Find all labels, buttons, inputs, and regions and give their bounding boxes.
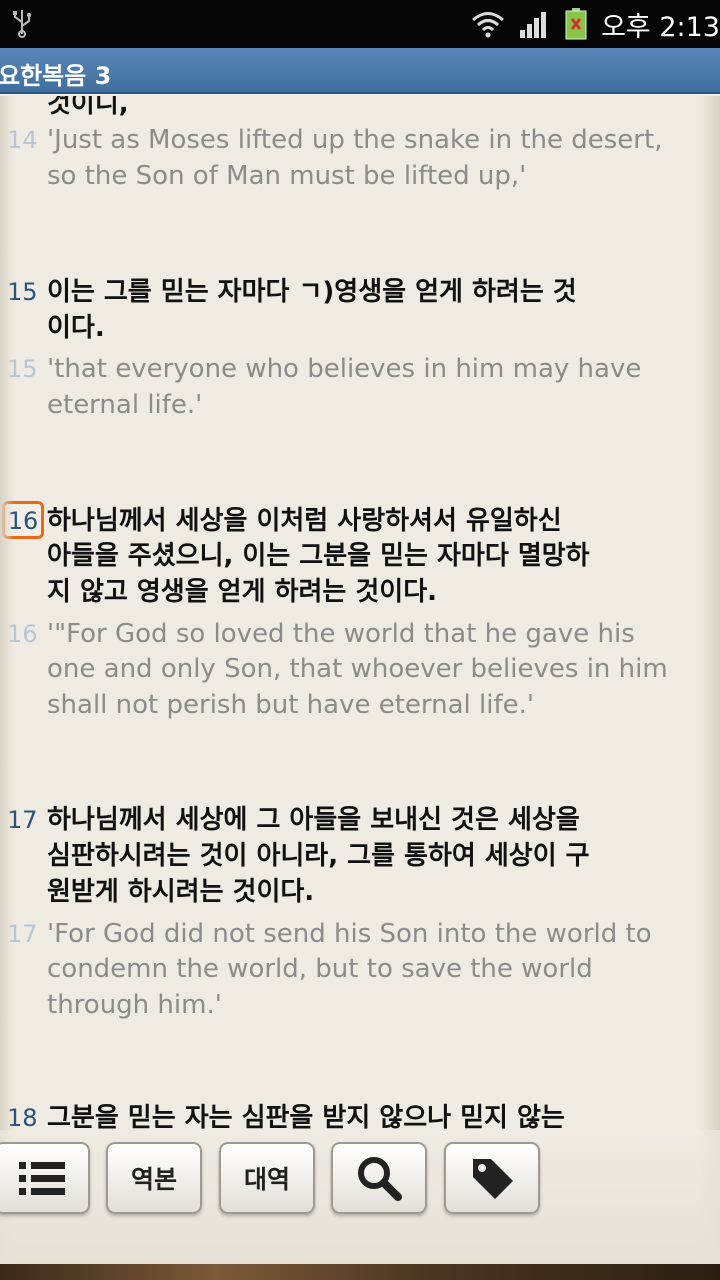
wifi-icon	[472, 12, 505, 38]
verse-text: 하나님께서 세상을 이처럼 사랑하셔서 유일하신	[47, 506, 562, 536]
scripture-reader[interactable]: 것이니, 14 'Just as Moses lifted up the sna…	[0, 96, 720, 1130]
verse-16-english-line-1[interactable]: 16 '"For God so loved the world that he …	[0, 616, 720, 652]
wood-edge	[0, 1264, 720, 1280]
signal-icon	[520, 12, 547, 38]
verse-16-korean-line-2[interactable]: 아들을 주셨으니, 이는 그분을 믿는 자마다 멸망하	[0, 538, 720, 574]
search-icon	[358, 1157, 402, 1201]
verse-15-korean-line-1[interactable]: 15 이는 그를 믿는 자마다 ㄱ)영생을 얻게 하려는 것	[0, 274, 720, 310]
usb-icon	[13, 10, 32, 38]
verse-text: 'For God did not send his Son into the w…	[47, 919, 652, 949]
search-button[interactable]	[331, 1142, 427, 1214]
page-edge-left	[0, 96, 14, 1280]
verse-text: through him.'	[47, 990, 222, 1020]
verse-14-english-line-1[interactable]: 14 'Just as Moses lifted up the snake in…	[0, 122, 720, 158]
list-button[interactable]	[0, 1142, 90, 1214]
parallel-button-label: 대역	[243, 1165, 290, 1194]
version-button[interactable]: 역본	[106, 1142, 202, 1214]
verse-text: condemn the world, but to save the world	[47, 954, 593, 984]
verse-16-english-line-3[interactable]: shall not perish but have eternal life.'	[0, 687, 720, 723]
verse-text: 아들을 주셨으니, 이는 그분을 믿는 자마다 멸망하	[47, 541, 590, 571]
parallel-button[interactable]: 대역	[219, 1142, 315, 1214]
verse-17-english-line-2[interactable]: condemn the world, but to save the world	[0, 951, 720, 987]
verse-text: 이는 그를 믿는 자마다 ㄱ)영생을 얻게 하려는 것	[47, 277, 577, 307]
verse-18-korean-line-1[interactable]: 18 그분을 믿는 자는 심판을 받지 않으나 믿지 않는	[0, 1100, 720, 1130]
verse-16-english-line-2[interactable]: one and only Son, that whoever believes …	[0, 651, 720, 687]
verse-17-english-line-1[interactable]: 17 'For God did not send his Son into th…	[0, 916, 720, 952]
verse-text: 'that everyone who believes in him may h…	[47, 354, 642, 384]
version-button-label: 역본	[130, 1165, 177, 1194]
verse-text: 그분을 믿는 자는 심판을 받지 않으나 믿지 않는	[47, 1103, 565, 1130]
verse-17-english-line-3[interactable]: through him.'	[0, 987, 720, 1023]
verse-16-korean-line-3[interactable]: 지 않고 영생을 얻게 하려는 것이다.	[0, 574, 720, 610]
verse-text: so the Son of Man must be lifted up,'	[47, 161, 527, 191]
verse-17-korean-line-2[interactable]: 심판하시려는 것이 아니라, 그를 통하여 세상이 구	[0, 838, 720, 874]
verse-text: 'Just as Moses lifted up the snake in th…	[47, 125, 663, 155]
verse-fragment-text: 것이니,	[47, 96, 129, 119]
page-title: 요한복음 3	[0, 62, 112, 90]
verse-text: 심판하시려는 것이 아니라, 그를 통하여 세상이 구	[47, 841, 590, 871]
bottom-toolbar: 역본 대역	[0, 1130, 720, 1264]
passage-fragment: 것이니,	[0, 96, 720, 122]
verse-14-english-line-2[interactable]: so the Son of Man must be lifted up,'	[0, 158, 720, 194]
verse-15-korean-line-2[interactable]: 이다.	[0, 310, 720, 346]
status-clock: 오후 2:13	[601, 11, 720, 43]
verse-15-english-line-2[interactable]: eternal life.'	[0, 387, 720, 423]
verse-text: eternal life.'	[47, 390, 203, 420]
verse-text: 지 않고 영생을 얻게 하려는 것이다.	[47, 577, 438, 607]
battery-icon	[565, 8, 587, 40]
title-bar: 요한복음 3	[0, 48, 720, 94]
tag-button[interactable]	[444, 1142, 540, 1214]
verse-text: 이다.	[47, 313, 105, 343]
verse-17-korean-line-3[interactable]: 원받게 하시려는 것이다.	[0, 874, 720, 910]
verse-15-english-line-1[interactable]: 15 'that everyone who believes in him ma…	[0, 351, 720, 387]
verse-17-korean-line-1[interactable]: 17 하나님께서 세상에 그 아들을 보내신 것은 세상을	[0, 802, 720, 838]
list-icon	[19, 1162, 65, 1195]
verse-text: 원받게 하시려는 것이다.	[47, 877, 315, 907]
verse-16-korean-line-1[interactable]: 16 하나님께서 세상을 이처럼 사랑하셔서 유일하신	[0, 500, 720, 540]
verse-text: shall not perish but have eternal life.'	[47, 690, 535, 720]
page-edge-right	[698, 96, 720, 1280]
verse-text: 하나님께서 세상에 그 아들을 보내신 것은 세상을	[47, 805, 580, 835]
status-bar: 오후 2:13	[0, 0, 720, 48]
verse-text: one and only Son, that whoever believes …	[47, 654, 668, 684]
verse-text: '"For God so loved the world that he gav…	[47, 619, 635, 649]
tag-icon	[473, 1159, 513, 1199]
